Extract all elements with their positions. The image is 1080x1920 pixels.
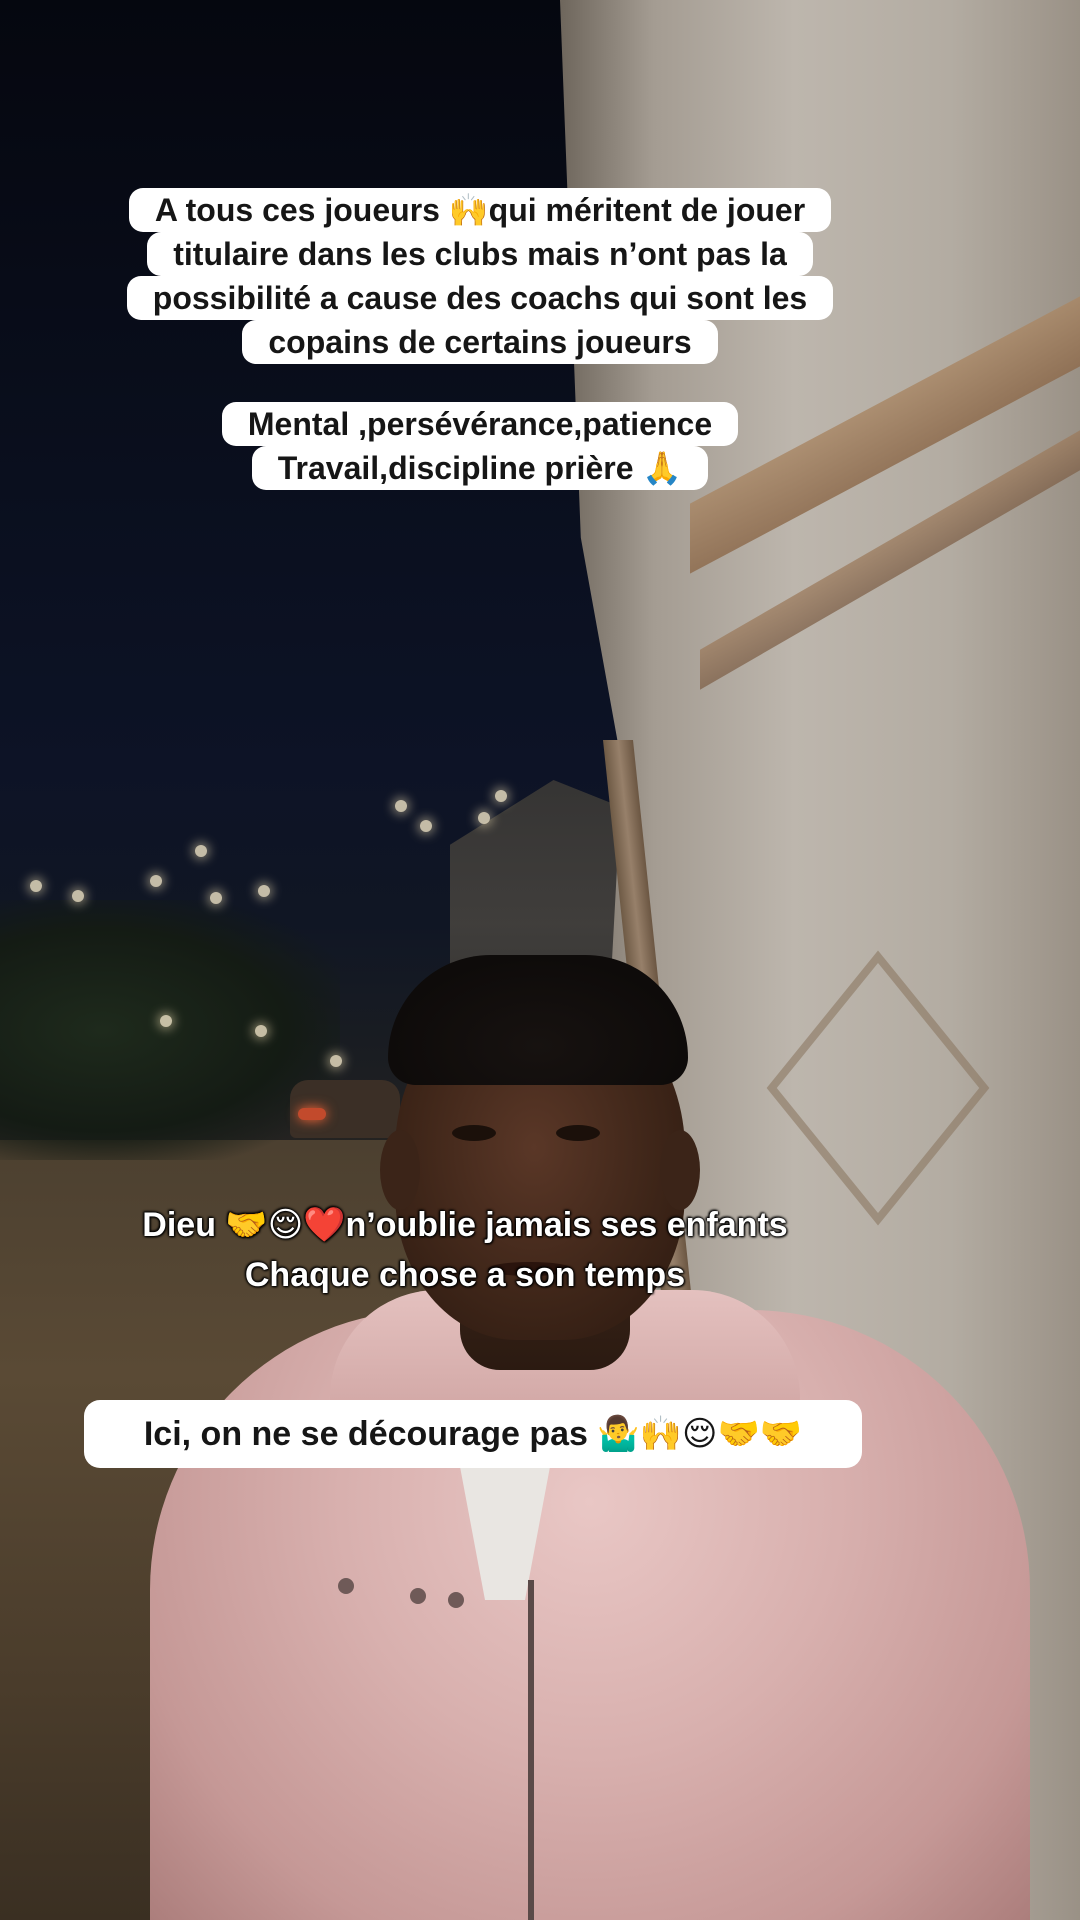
city-light (72, 890, 84, 902)
jacket-snap (448, 1592, 464, 1608)
city-light (395, 800, 407, 812)
city-light (420, 820, 432, 832)
caption-bottom-text: Ici, on ne se décourage pas 🤷‍♂️🙌😌🤝🤝 (143, 1415, 803, 1453)
trees-silhouette (0, 900, 340, 1160)
caption-top-line-2: titulaire dans les clubs mais n’ont pas … (147, 232, 813, 276)
caption-top-line-3: possibilité a cause des coachs qui sont … (126, 276, 834, 320)
caption-top-line-4: copains de certains joueurs (242, 320, 718, 364)
city-light (255, 1025, 267, 1037)
car-tail-light (298, 1108, 326, 1120)
caption-values-line-1: Mental ,persévérance,patience (221, 402, 739, 446)
city-light (150, 875, 162, 887)
city-light (330, 1055, 342, 1067)
jacket-snap (410, 1588, 426, 1604)
city-light (195, 845, 207, 857)
right-eye (556, 1125, 600, 1141)
caption-faith-line-2: Chaque chose a son temps (244, 1256, 686, 1294)
caption-values-line-2: Travail,discipline prière 🙏 (251, 446, 709, 490)
video-frame[interactable]: A tous ces joueurs 🙌qui méritent de joue… (0, 0, 1080, 1920)
city-light (258, 885, 270, 897)
caption-bottom: Ici, on ne se décourage pas 🤷‍♂️🙌😌🤝🤝 (84, 1400, 862, 1468)
city-light (210, 892, 222, 904)
left-ear (380, 1130, 420, 1210)
city-light (30, 880, 42, 892)
jacket-zipper (528, 1580, 534, 1920)
hair (388, 955, 688, 1085)
caption-faith-line-1: Dieu 🤝😌❤️n’oublie jamais ses enfants (142, 1206, 788, 1244)
caption-values: Mental ,persévérance,patience Travail,di… (150, 402, 810, 490)
city-light (160, 1015, 172, 1027)
city-light (478, 812, 490, 824)
jacket-snap (338, 1578, 354, 1594)
caption-top-line-1: A tous ces joueurs 🙌qui méritent de joue… (128, 188, 832, 232)
right-ear (660, 1130, 700, 1210)
caption-faith: Dieu 🤝😌❤️n’oublie jamais ses enfants Cha… (60, 1200, 870, 1300)
city-light (495, 790, 507, 802)
caption-top: A tous ces joueurs 🙌qui méritent de joue… (100, 188, 860, 364)
left-eye (452, 1125, 496, 1141)
